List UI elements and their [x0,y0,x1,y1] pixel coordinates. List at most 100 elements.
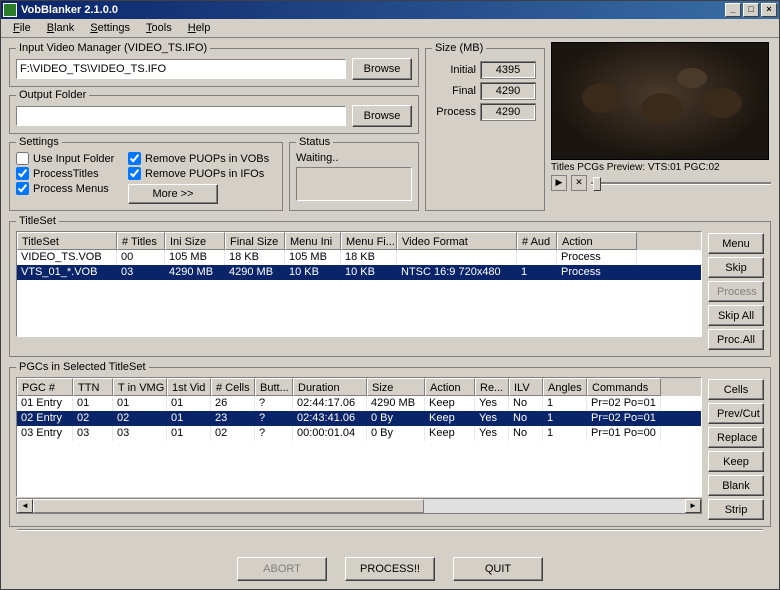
column-header[interactable]: Video Format [397,232,517,250]
preview-label: Titles PCGs Preview: VTS:01 PGC:02 [551,162,771,173]
column-header[interactable]: # Titles [117,232,165,250]
status-legend: Status [296,136,333,148]
menu-file[interactable]: File [5,20,39,36]
column-header[interactable]: Size [367,378,425,396]
status-group: Status Waiting.. [289,136,419,211]
column-header[interactable]: TTN [73,378,113,396]
table-cell: Keep [425,411,475,426]
column-header[interactable]: Commands [587,378,661,396]
more-button[interactable]: More >> [128,184,218,204]
menu-help[interactable]: Help [180,20,219,36]
table-cell: Pr=01 Po=00 [587,426,661,441]
minimize-button[interactable]: _ [725,3,741,17]
table-cell: 10 KB [341,265,397,280]
menu-tools[interactable]: Tools [138,20,180,36]
table-row[interactable]: 03 Entry03030102?00:00:01.040 ByKeepYesN… [17,426,701,441]
settings-group: Settings Use Input Folder ProcessTitles … [9,136,283,211]
process-button[interactable]: PROCESS!! [345,557,435,581]
table-cell: 02:44:17.06 [293,396,367,411]
column-header[interactable]: TitleSet [17,232,117,250]
column-header[interactable]: Ini Size [165,232,225,250]
column-header[interactable]: # Cells [211,378,255,396]
output-browse-button[interactable]: Browse [352,105,412,127]
table-cell: 23 [211,411,255,426]
table-cell: VTS_01_*.VOB [17,265,117,280]
titleset-skip-button[interactable]: Skip [708,257,764,278]
output-path-input[interactable] [16,106,346,126]
column-header[interactable]: Action [425,378,475,396]
column-header[interactable]: Re... [475,378,509,396]
table-cell: 4290 MB [225,265,285,280]
scroll-right-icon[interactable]: ► [685,499,701,513]
quit-button[interactable]: QUIT [453,557,543,581]
abort-button[interactable]: ABORT [237,557,327,581]
close-button[interactable]: × [761,3,777,17]
column-header[interactable]: T in VMG [113,378,167,396]
table-row[interactable]: 01 Entry01010126?02:44:17.064290 MBKeepY… [17,396,701,411]
table-row[interactable]: VIDEO_TS.VOB00105 MB18 KB105 MB18 KBProc… [17,250,701,265]
titleset-procall-button[interactable]: Proc.All [708,329,764,350]
column-header[interactable]: ILV [509,378,543,396]
process-titles-check[interactable]: ProcessTitles [16,167,126,180]
table-cell: 01 [167,426,211,441]
pgc-strip-button[interactable]: Strip [708,499,764,520]
use-input-folder-check[interactable]: Use Input Folder [16,152,126,165]
column-header[interactable]: PGC # [17,378,73,396]
column-header[interactable]: Angles [543,378,587,396]
size-initial-label: Initial [432,64,476,76]
pgc-replace-button[interactable]: Replace [708,427,764,448]
process-menus-check[interactable]: Process Menus [16,182,126,195]
menu-settings[interactable]: Settings [82,20,138,36]
table-cell: ? [255,396,293,411]
table-cell: 1 [517,265,557,280]
column-header[interactable]: Duration [293,378,367,396]
column-header[interactable]: Final Size [225,232,285,250]
column-header[interactable]: Action [557,232,637,250]
titleset-table[interactable]: TitleSet# TitlesIni SizeFinal SizeMenu I… [16,231,702,337]
preview-slider[interactable] [591,175,771,191]
titleset-process-button[interactable]: Process [708,281,764,302]
ivm-browse-button[interactable]: Browse [352,58,412,80]
size-final-label: Final [432,85,476,97]
table-cell: 105 MB [285,250,341,265]
column-header[interactable]: Menu Ini [285,232,341,250]
table-cell: Process [557,250,637,265]
pgc-keep-button[interactable]: Keep [708,451,764,472]
settings-legend: Settings [16,136,62,148]
table-row[interactable]: VTS_01_*.VOB034290 MB4290 MB10 KB10 KBNT… [17,265,701,280]
status-box [296,167,412,201]
column-header[interactable]: 1st Vid [167,378,211,396]
pgc-cells-button[interactable]: Cells [708,379,764,400]
menu-blank[interactable]: Blank [39,20,83,36]
titleset-menu-button[interactable]: Menu [708,233,764,254]
titleset-group: TitleSet TitleSet# TitlesIni SizeFinal S… [9,215,771,357]
scroll-left-icon[interactable]: ◄ [17,499,33,513]
table-row[interactable]: 02 Entry02020123?02:43:41.060 ByKeepYesN… [17,411,701,426]
titleset-skipall-button[interactable]: Skip All [708,305,764,326]
table-cell: Pr=02 Po=01 [587,411,661,426]
maximize-button[interactable]: □ [743,3,759,17]
preview-play-button[interactable]: ▶ [551,175,567,191]
remove-puops-ifos-check[interactable]: Remove PUOPs in IFOs [128,167,269,180]
table-cell: 01 [113,396,167,411]
table-cell: No [509,411,543,426]
remove-puops-vobs-check[interactable]: Remove PUOPs in VOBs [128,152,269,165]
table-cell: Yes [475,396,509,411]
pgcs-hscroll[interactable]: ◄ ► [16,498,702,514]
ivm-legend: Input Video Manager (VIDEO_TS.IFO) [16,42,210,54]
pgc-blank-button[interactable]: Blank [708,475,764,496]
pgcs-table[interactable]: PGC #TTNT in VMG1st Vid# CellsButt...Dur… [16,377,702,497]
column-header[interactable]: Menu Fi... [341,232,397,250]
table-cell: 01 [73,396,113,411]
column-header[interactable]: # Aud [517,232,557,250]
table-cell: 03 [117,265,165,280]
pgc-prevcut-button[interactable]: Prev/Cut [708,403,764,424]
table-cell: 0 By [367,426,425,441]
out-legend: Output Folder [16,89,89,101]
table-cell: Process [557,265,637,280]
table-cell: VIDEO_TS.VOB [17,250,117,265]
ivm-path-input[interactable] [16,59,346,79]
table-cell: 1 [543,396,587,411]
column-header[interactable]: Butt... [255,378,293,396]
preview-stop-button[interactable]: ✕ [571,175,587,191]
